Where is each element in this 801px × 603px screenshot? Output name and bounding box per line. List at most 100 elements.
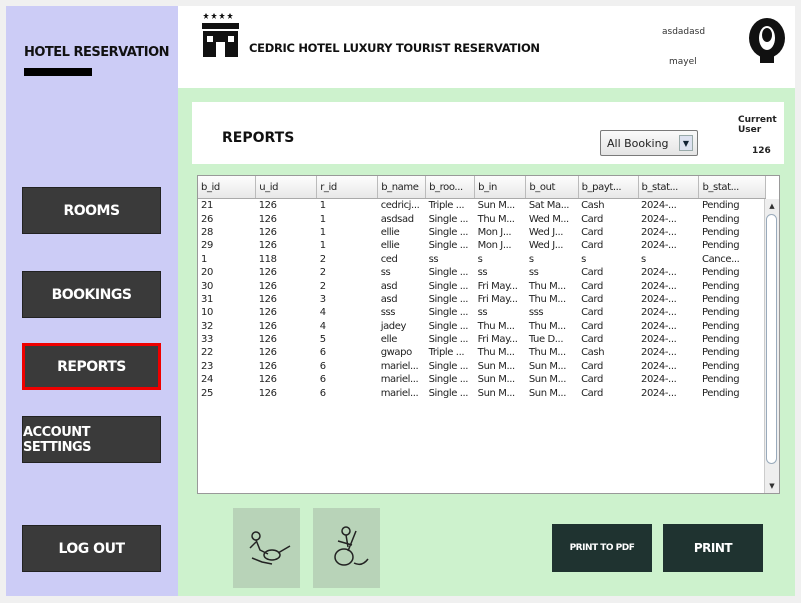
table-cell: 126 xyxy=(258,320,277,332)
table-cell: Thu M... xyxy=(477,213,515,225)
table-row[interactable]: 23 126 6 mariel... Single ... Sun M... Sun M..… xyxy=(198,360,766,373)
table-cell: 126 xyxy=(258,226,277,238)
table-cell: Card xyxy=(581,226,603,238)
table-cell: Pending xyxy=(701,240,740,252)
table-row[interactable]: 31 126 3 asd Single ... Fri May... Thu M... Car… xyxy=(198,293,766,306)
table-cell: 2 xyxy=(319,280,326,292)
table-row[interactable]: 29 126 1 ellie Single ... Mon J... Wed J... Car… xyxy=(198,239,766,252)
logout-button[interactable]: LOG OUT xyxy=(22,525,161,572)
table-row[interactable]: 30 126 2 asd Single ... Fri May... Thu M... Car… xyxy=(198,279,766,292)
column-header[interactable]: b_stat... xyxy=(638,176,700,199)
table-cell: mariel... xyxy=(380,387,419,399)
hotel-building-icon xyxy=(202,13,239,57)
column-header[interactable]: b_stat... xyxy=(698,176,766,199)
table-row[interactable]: 33 126 5 elle Single ... Fri May... Tue D... Ca… xyxy=(198,333,766,346)
table-row[interactable]: 1 118 2 ced ss s s s s Cance... xyxy=(198,253,766,266)
column-header[interactable]: b_id xyxy=(198,176,257,199)
table-cell: 6 xyxy=(319,374,326,386)
table-cell: Single ... xyxy=(428,293,469,305)
account-settings-button[interactable]: ACCOUNT SETTINGS xyxy=(22,416,161,463)
column-header[interactable]: b_in xyxy=(474,176,527,199)
table-header-row: b_id u_id r_id b_name b_roo... b_in b_out b_pay… xyxy=(198,176,766,199)
table-cell: 126 xyxy=(258,280,277,292)
guitar-player-button[interactable] xyxy=(233,508,300,588)
table-cell: ced xyxy=(380,253,398,265)
table-scrollbar[interactable]: ▲ ▼ xyxy=(764,199,779,493)
table-cell: s xyxy=(641,253,646,265)
table-cell: Card xyxy=(581,387,603,399)
reports-button[interactable]: REPORTS xyxy=(22,343,161,390)
table-cell: Pending xyxy=(701,374,740,386)
table-cell: Thu M... xyxy=(528,347,566,359)
table-cell: Card xyxy=(581,280,603,292)
table-cell: 126 xyxy=(258,347,277,359)
table-row[interactable]: 25 126 6 mariel... Single ... Sun M... Sun M..… xyxy=(198,386,766,399)
table-cell: 2024-... xyxy=(641,307,677,319)
table-cell: Mon J... xyxy=(477,226,512,238)
scroll-up-icon[interactable]: ▲ xyxy=(765,199,779,213)
table-cell: 2024-... xyxy=(641,213,677,225)
table-cell: Pending xyxy=(701,307,740,319)
column-header[interactable]: r_id xyxy=(316,176,379,199)
table-cell: mariel... xyxy=(380,374,419,386)
table-cell: 126 xyxy=(258,334,277,346)
table-cell: asdsad xyxy=(380,213,414,225)
bookings-button[interactable]: BOOKINGS xyxy=(22,271,161,318)
table-cell: Fri May... xyxy=(477,334,518,346)
table-cell: Card xyxy=(581,334,603,346)
table-cell: 3 xyxy=(319,293,326,305)
table-cell: Sun M... xyxy=(477,387,516,399)
scroll-down-icon[interactable]: ▼ xyxy=(765,479,779,493)
table-row[interactable]: 10 126 4 sss Single ... ss sss Card 2024-... Pend… xyxy=(198,306,766,319)
table-cell: 21 xyxy=(201,200,213,212)
column-header[interactable]: u_id xyxy=(255,176,318,199)
table-cell: Sun M... xyxy=(477,360,516,372)
user-avatar-icon[interactable] xyxy=(746,17,788,65)
table-cell: 1 xyxy=(319,240,326,252)
table-cell: 22 xyxy=(201,347,213,359)
table-row[interactable]: 21 126 1 cedricj... Triple ... Sun M... Sat Ma… xyxy=(198,199,766,213)
brand-underline xyxy=(24,68,92,76)
username-secondary: mayel xyxy=(669,57,697,67)
chevron-down-icon[interactable]: ▼ xyxy=(679,135,693,151)
column-header[interactable]: b_out xyxy=(525,176,579,199)
booking-filter-select[interactable]: All Booking ▼ xyxy=(600,130,698,156)
table-cell: jadey xyxy=(380,320,407,332)
table-cell: s xyxy=(528,253,534,265)
table-row[interactable]: 32 126 4 jadey Single ... Thu M... Thu M... Car… xyxy=(198,320,766,333)
table-cell: 2024-... xyxy=(641,320,677,332)
table-cell: 4 xyxy=(319,307,326,319)
table-cell: Single ... xyxy=(428,320,469,332)
table-cell: ss xyxy=(477,307,488,319)
booking-filter-value: All Booking xyxy=(607,136,669,150)
table-cell: 2024-... xyxy=(641,374,677,386)
table-row[interactable]: 26 126 1 asdsad Single ... Thu M... Wed M... Ca… xyxy=(198,212,766,225)
print-button[interactable]: PRINT xyxy=(663,524,763,572)
table-cell: Single ... xyxy=(428,280,469,292)
column-header[interactable]: b_roo... xyxy=(425,176,476,199)
table-cell: 118 xyxy=(258,253,277,265)
table-cell: 23 xyxy=(201,360,213,372)
column-header[interactable]: b_payt... xyxy=(578,176,639,199)
table-cell: ellie xyxy=(380,226,400,238)
table-cell: 6 xyxy=(319,360,326,372)
scroll-thumb[interactable] xyxy=(766,214,777,464)
table-cell: Sun M... xyxy=(528,387,567,399)
rooms-button[interactable]: ROOMS xyxy=(22,187,161,234)
column-header[interactable]: b_name xyxy=(377,176,427,199)
table-row[interactable]: 24 126 6 mariel... Single ... Sun M... Sun M..… xyxy=(198,373,766,386)
table-row[interactable]: 28 126 1 ellie Single ... Mon J... Wed J... Car… xyxy=(198,226,766,239)
table-row[interactable]: 22 126 6 gwapo Triple ... Thu M... Thu M... Cas… xyxy=(198,346,766,359)
table-cell: Triple ... xyxy=(428,200,465,212)
table-cell: Card xyxy=(581,213,603,225)
table-cell: Pending xyxy=(701,293,740,305)
table-cell: Thu M... xyxy=(528,280,566,292)
table-cell: cedricj... xyxy=(380,200,420,212)
current-user-label: Current User xyxy=(738,115,777,135)
table-cell: 126 xyxy=(258,267,277,279)
guitar-music-button[interactable] xyxy=(313,508,380,588)
table-row[interactable]: 20 126 2 ss Single ... ss ss Card 2024-... Pendin… xyxy=(198,266,766,279)
print-to-pdf-button[interactable]: PRINT TO PDF xyxy=(552,524,652,572)
table-cell: Triple ... xyxy=(428,347,465,359)
bookings-table[interactable]: b_id u_id r_id b_name b_roo... b_in b_out b_pay… xyxy=(197,175,780,494)
